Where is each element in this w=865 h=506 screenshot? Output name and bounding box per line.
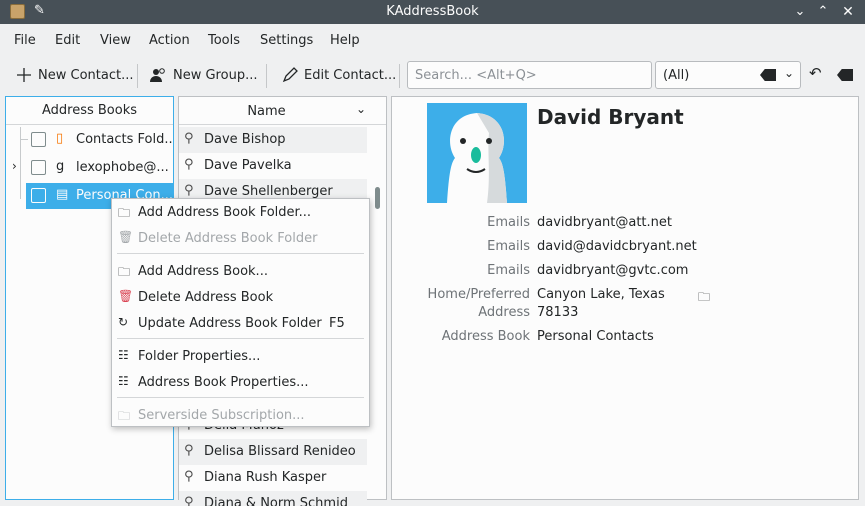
shortcut-label: F5 (329, 316, 345, 331)
field-label: Home/Preferred (427, 287, 530, 302)
checkbox[interactable] (31, 132, 46, 147)
menu-file[interactable]: File (14, 33, 36, 48)
field-label: Emails (487, 263, 530, 278)
chevron-down-icon: ⌄ (783, 66, 794, 80)
folder-add-icon: 🗀 (118, 206, 131, 220)
expand-arrow-icon[interactable]: › (12, 159, 17, 173)
checkbox[interactable] (31, 188, 46, 203)
delete-address-book-item[interactable]: 🗑 Delete Address Book (112, 285, 369, 309)
refresh-icon: ↻ (118, 315, 129, 329)
window-title: KAddressBook (386, 4, 479, 19)
properties-icon: ☷ (118, 374, 129, 388)
menu-settings[interactable]: Settings (260, 33, 313, 48)
edit-contact-label: Edit Contact... (304, 67, 397, 83)
title-bar: ✎ KAddressBook ⌄ ⌃ ✕ (0, 0, 865, 24)
address-book-properties-item[interactable]: ☷ Address Book Properties... (112, 370, 369, 394)
person-icon: ⚲ (184, 183, 194, 198)
contact-name: David Bryant (537, 105, 684, 129)
address-book-item[interactable]: › g lexophobe@... (6, 155, 173, 181)
address-book-icon: ▤ (56, 187, 69, 202)
field-label: Emails (487, 215, 530, 230)
map-icon[interactable]: 🗀 (698, 288, 710, 309)
serverside-subscription-item[interactable]: 🗀 Serverside Subscription... (112, 403, 369, 427)
menu-edit[interactable]: Edit (55, 33, 80, 48)
filter-combo[interactable]: (All) ⌄ (655, 61, 801, 89)
close-button[interactable]: ✕ (838, 2, 858, 22)
address-book-value: Personal Contacts (537, 329, 654, 344)
search-input[interactable]: Search... <Alt+Q> (407, 61, 652, 89)
person-icon: ⚲ (184, 469, 194, 484)
add-address-book-folder-item[interactable]: 🗀 Add Address Book Folder... (112, 200, 369, 224)
new-contact-button[interactable]: New Contact... (10, 62, 139, 88)
checkbox[interactable] (31, 160, 46, 175)
address-books-header[interactable]: Address Books (6, 97, 173, 125)
contact-list-header[interactable]: Name ⌄ (179, 97, 386, 125)
contact-row[interactable]: ⚲ Delisa Blissard Renideo (179, 439, 367, 465)
contacts-folder-icon: ▯ (56, 131, 64, 146)
email-link[interactable]: davidbryant@att.net (537, 215, 672, 230)
filter-value: (All) (663, 68, 690, 83)
add-address-book-item[interactable]: 🗀 Add Address Book... (112, 259, 369, 283)
email-link[interactable]: davidbryant@gvtc.com (537, 263, 688, 278)
avatar-face-icon (427, 103, 527, 203)
contact-row[interactable]: ⚲ Dave Pavelka (179, 153, 367, 179)
email-link[interactable]: david@davidcbryant.net (537, 239, 697, 254)
new-group-label: New Group... (173, 67, 258, 83)
field-label: Emails (487, 239, 530, 254)
trash-red-icon: 🗑 (118, 289, 134, 303)
person-icon: ⚲ (184, 131, 194, 146)
name-column-header[interactable]: Name (179, 104, 354, 119)
address-book-item[interactable]: ▯ Contacts Fold... (6, 127, 173, 153)
folder-properties-item[interactable]: ☷ Folder Properties... (112, 344, 369, 368)
clear-filter-icon[interactable] (760, 69, 776, 81)
contact-row[interactable]: ⚲ Diana & Norm Schmid (179, 491, 367, 506)
delete-address-book-folder-item[interactable]: 🗑 Delete Address Book Folder (112, 226, 369, 250)
menu-tools[interactable]: Tools (208, 33, 240, 48)
menu-view[interactable]: View (100, 33, 131, 48)
properties-icon: ☷ (118, 348, 129, 362)
chevron-down-icon[interactable]: ⌄ (356, 102, 366, 116)
undo-icon[interactable]: ↶ (809, 64, 822, 82)
contact-row[interactable]: ⚲ Diana Rush Kasper (179, 465, 367, 491)
menu-action[interactable]: Action (149, 33, 190, 48)
edit-pencil-icon (282, 67, 298, 83)
field-label: Address Book (441, 329, 530, 344)
new-contact-label: New Contact... (38, 67, 134, 83)
folder-add-icon: 🗀 (118, 265, 131, 279)
plus-icon (17, 68, 31, 82)
menu-help[interactable]: Help (330, 33, 360, 48)
update-address-book-folder-item[interactable]: ↻ Update Address Book Folder F5 (112, 311, 369, 335)
edit-contact-button[interactable]: Edit Contact... (276, 62, 402, 88)
contact-photo (427, 103, 527, 203)
field-label: Address (478, 305, 530, 320)
address-zip: 78133 (537, 305, 579, 320)
contact-detail-panel: David Bryant Emails davidbryant@att.net … (391, 96, 859, 500)
google-icon: g (56, 159, 65, 174)
group-icon (150, 68, 165, 82)
maximize-button[interactable]: ⌃ (813, 2, 833, 22)
person-icon: ⚲ (184, 443, 194, 458)
new-group-button[interactable]: New Group... (143, 62, 263, 88)
folder-icon: 🗀 (118, 409, 131, 423)
context-menu: 🗀 Add Address Book Folder... 🗑 Delete Ad… (111, 198, 370, 427)
menu-bar: File Edit View Action Tools Settings Hel… (0, 24, 865, 58)
minimize-button[interactable]: ⌄ (790, 2, 810, 22)
person-icon: ⚲ (184, 495, 194, 506)
person-icon: ⚲ (184, 157, 194, 172)
address-value: Canyon Lake, Texas (537, 287, 665, 302)
trash-icon: 🗑 (118, 230, 134, 244)
contact-row[interactable]: ⚲ Dave Bishop (179, 127, 367, 153)
scrollbar-handle[interactable] (375, 187, 380, 209)
